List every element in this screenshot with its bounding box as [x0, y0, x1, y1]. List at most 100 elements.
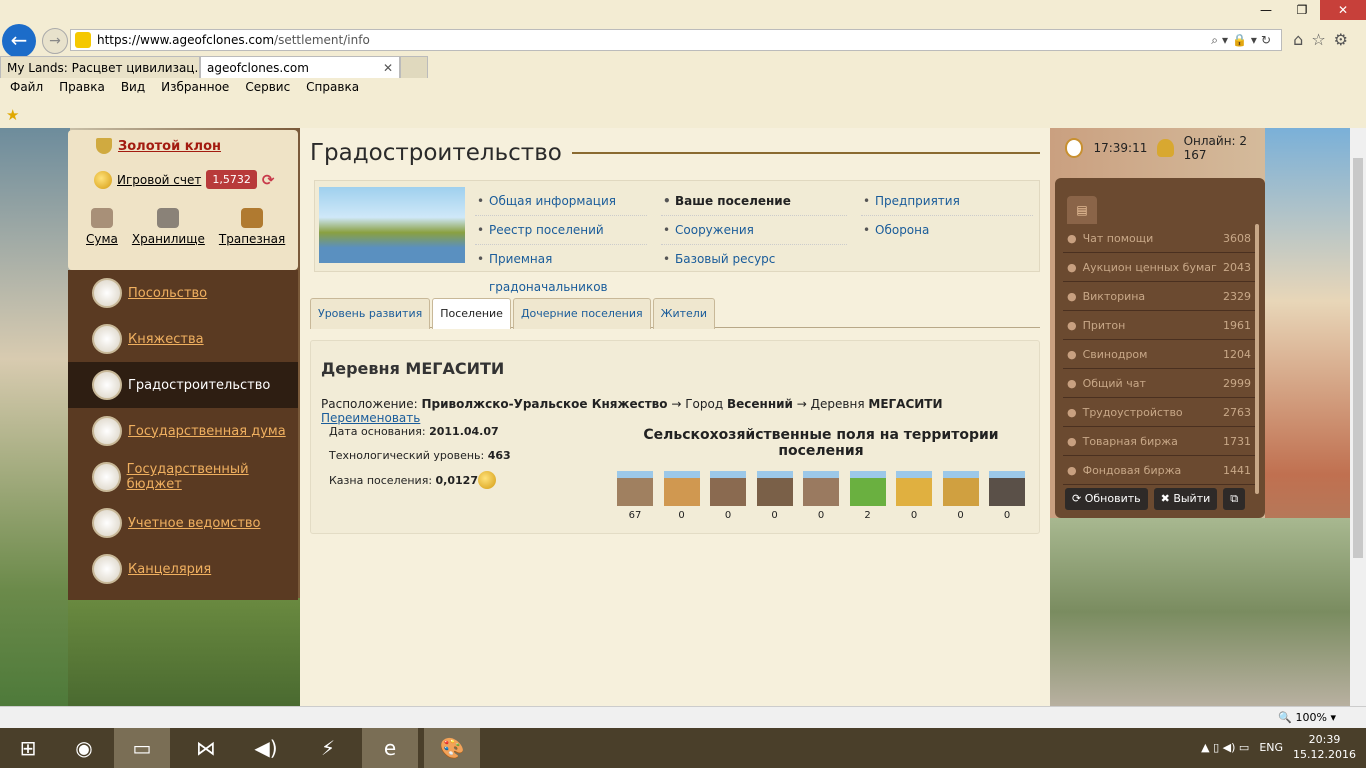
link-buildings[interactable]: Сооружения	[661, 216, 847, 245]
chat-room-item[interactable]: ● Притон 1961	[1063, 311, 1255, 340]
maximize-button[interactable]: ❐	[1284, 0, 1320, 20]
chat-room-item[interactable]: ● Товарная биржа 1731	[1063, 427, 1255, 456]
nav-budget[interactable]: Государственный бюджет	[68, 454, 298, 500]
quick-storage[interactable]: Хранилище	[132, 208, 205, 246]
close-tab-icon[interactable]: ✕	[383, 61, 393, 75]
link-mayors-office[interactable]: Приемная градоначальников	[475, 245, 647, 294]
nav-duma[interactable]: Государственная дума	[68, 408, 298, 454]
settlement-tabs: Уровень развития Поселение Дочерние посе…	[310, 298, 1040, 329]
menu-file[interactable]: Файл	[10, 80, 43, 98]
field-item[interactable]: 0	[663, 471, 700, 521]
taskbar-clock[interactable]: 20:39 15.12.2016	[1293, 732, 1356, 762]
close-button[interactable]: ✕	[1320, 0, 1366, 20]
nav-chancellery[interactable]: Канцелярия	[68, 546, 298, 592]
taskbar-paint-icon[interactable]: 🎨	[424, 728, 480, 768]
shield-icon	[96, 138, 112, 154]
browser-tools[interactable]: ⌂☆⚙	[1293, 30, 1356, 49]
founded-stat: Дата основания: 2011.04.07	[329, 425, 499, 438]
link-your-settlement[interactable]: Ваше поселение	[661, 187, 847, 216]
field-item[interactable]: 0	[989, 471, 1025, 521]
new-tab-button[interactable]	[400, 56, 428, 78]
chat-room-item[interactable]: ● Свинодром 1204	[1063, 340, 1255, 369]
url-path: /settlement/info	[274, 33, 370, 47]
city-illustration	[319, 187, 465, 263]
chat-list-tab[interactable]: ▤	[1067, 196, 1097, 224]
address-bar[interactable]: https://www.ageofclones.com/settlement/i…	[70, 29, 1282, 51]
taskbar: ⊞ ◉ ▭ ⋈ ◀) ⚡ e 🎨 ▲ ▯ ◀) ▭ ENG 20:39 15.12…	[0, 728, 1366, 768]
game-account-link[interactable]: Игровой счет	[117, 173, 201, 187]
taskbar-explorer-icon[interactable]: ▭	[114, 728, 170, 768]
taskbar-audio-icon[interactable]: ◀)	[238, 728, 294, 768]
chat-scrollbar[interactable]	[1255, 224, 1259, 494]
chat-room-name: Общий чат	[1082, 376, 1146, 390]
nav-registry[interactable]: Учетное ведомство	[68, 500, 298, 546]
zoom-level[interactable]: 🔍 100% ▾	[1278, 711, 1336, 724]
chat-room-item[interactable]: ● Трудоустройство 2763	[1063, 398, 1255, 427]
tab-child-settlements[interactable]: Дочерние поселения	[512, 298, 651, 329]
scrollbar-thumb[interactable]	[1353, 158, 1363, 558]
page-title: Градостроительство	[310, 140, 562, 166]
field-item[interactable]: 0	[756, 471, 793, 521]
tray-icons[interactable]: ▲ ▯ ◀) ▭	[1201, 741, 1249, 754]
back-button[interactable]: ←	[2, 24, 36, 58]
embassy-icon	[92, 278, 122, 308]
minimize-button[interactable]: —	[1248, 0, 1284, 20]
rename-link[interactable]: Переименовать	[321, 411, 420, 425]
chat-room-count: 1731	[1223, 434, 1251, 448]
quick-dining[interactable]: Трапезная	[219, 208, 285, 246]
field-item[interactable]: 0	[803, 471, 839, 521]
tab-ageofclones[interactable]: ageofclones.com ✕	[200, 56, 400, 78]
nav-embassy[interactable]: Посольство	[68, 270, 298, 316]
stat-label: Казна поселения:	[329, 473, 433, 487]
tab-development-level[interactable]: Уровень развития	[310, 298, 431, 329]
link-defense[interactable]: Оборона	[861, 216, 1033, 245]
taskbar-vs-icon[interactable]: ⋈	[178, 728, 234, 768]
online-count: Онлайн: 2 167	[1183, 134, 1248, 162]
chat-room-name: Викторина	[1082, 289, 1146, 303]
tab-mylands[interactable]: My Lands: Расцвет цивилизац...	[0, 56, 200, 78]
field-item[interactable]: 0	[710, 471, 746, 521]
chat-room-item[interactable]: ● Чат помощи 3608	[1063, 224, 1255, 253]
nav-principalities[interactable]: Княжества	[68, 316, 298, 362]
bag-icon	[90, 208, 113, 228]
taskbar-ie-icon[interactable]: e	[362, 728, 418, 768]
arrow: →	[671, 397, 682, 411]
settlement-location: Расположение: Приволжско-Уральское Княже…	[321, 397, 1039, 425]
field-item[interactable]: 67	[617, 471, 653, 521]
refresh-chat-button[interactable]: ⟳ Обновить	[1065, 488, 1148, 510]
menu-tools[interactable]: Сервис	[245, 80, 290, 98]
system-tray: ▲ ▯ ◀) ▭ ENG 20:39 15.12.2016	[1201, 732, 1356, 762]
chat-room-item[interactable]: ● Викторина 2329	[1063, 282, 1255, 311]
taskbar-app-icon[interactable]: ⚡	[300, 728, 356, 768]
exit-chat-button[interactable]: ✖ Выйти	[1153, 488, 1218, 510]
popout-chat-button[interactable]: ⧉	[1223, 488, 1246, 510]
link-base-resource[interactable]: Базовый ресурс	[661, 245, 847, 274]
gold-clone-link[interactable]: Золотой клон	[118, 139, 221, 154]
chat-room-item[interactable]: ● Фондовая биржа 1441	[1063, 456, 1255, 485]
settlement-panel: Деревня МЕГАСИТИ Расположение: Приволжск…	[310, 340, 1040, 534]
nav-urban-planning[interactable]: Градостроительство	[68, 362, 298, 408]
field-item[interactable]: 0	[896, 471, 932, 521]
search-lock-refresh-icons[interactable]: ⌕▾🔒▾↻	[1211, 33, 1281, 48]
page-scrollbar[interactable]	[1350, 128, 1366, 706]
menu-view[interactable]: Вид	[121, 80, 145, 98]
forward-button[interactable]: →	[42, 28, 68, 54]
start-button[interactable]: ⊞	[0, 728, 56, 768]
field-item[interactable]: 2	[849, 471, 886, 521]
link-general-info[interactable]: Общая информация	[475, 187, 647, 216]
add-favorite-icon[interactable]: ★	[6, 106, 19, 124]
tab-settlement[interactable]: Поселение	[432, 298, 511, 329]
language-indicator[interactable]: ENG	[1259, 741, 1283, 754]
refresh-icon[interactable]: ⟳	[262, 171, 275, 189]
link-settlement-registry[interactable]: Реестр поселений	[475, 216, 647, 245]
menu-favorites[interactable]: Избранное	[161, 80, 229, 98]
field-item[interactable]: 0	[942, 471, 979, 521]
chat-room-item[interactable]: ● Общий чат 2999	[1063, 369, 1255, 398]
menu-edit[interactable]: Правка	[59, 80, 105, 98]
taskbar-app-browser-icon[interactable]: ◉	[56, 728, 112, 768]
link-enterprises[interactable]: Предприятия	[861, 187, 1033, 216]
chat-room-item[interactable]: ● Аукцион ценных бумаг 2043	[1063, 253, 1255, 282]
tab-residents[interactable]: Жители	[652, 298, 715, 329]
menu-help[interactable]: Справка	[306, 80, 359, 98]
quick-bag[interactable]: Сума	[86, 208, 118, 246]
